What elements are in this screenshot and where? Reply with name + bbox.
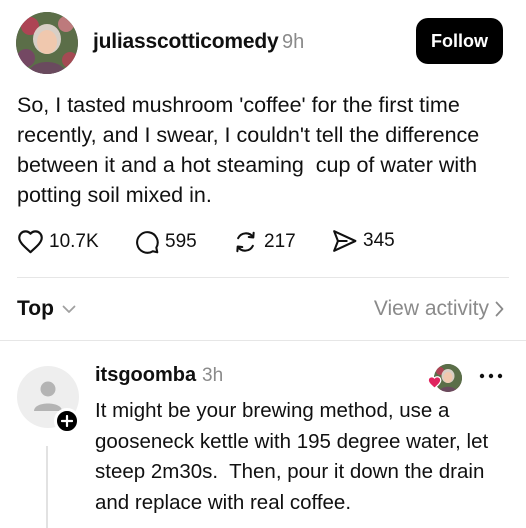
divider: [0, 340, 526, 341]
sort-dropdown[interactable]: Top: [17, 297, 76, 321]
send-icon: [333, 230, 357, 252]
reply-author-username[interactable]: itsgoomba: [95, 364, 196, 387]
reply-button[interactable]: 595: [134, 229, 197, 255]
comment-icon: [136, 231, 159, 254]
reply-timestamp: 3h: [202, 365, 224, 386]
view-activity-label: View activity: [373, 297, 489, 320]
sort-label: Top: [17, 297, 54, 320]
author-username[interactable]: juliasscotticomedy: [93, 30, 279, 54]
like-button[interactable]: 10.7K: [17, 229, 99, 254]
chevron-right-icon: [495, 301, 504, 317]
red-heart-icon: [427, 376, 442, 390]
share-count: 345: [363, 230, 395, 251]
default-user-icon: [34, 381, 62, 411]
follow-button[interactable]: Follow: [416, 18, 503, 64]
reply-count: 595: [165, 231, 197, 252]
more-options-button[interactable]: [478, 367, 504, 385]
heart-icon: [18, 230, 43, 254]
reply-body: It might be your brewing method, use a g…: [95, 399, 494, 514]
repost-button[interactable]: 217: [232, 229, 296, 255]
post-body: So, I tasted mushroom 'coffee' for the f…: [17, 93, 486, 207]
post-timestamp: 9h: [282, 31, 305, 53]
repost-icon: [236, 231, 255, 253]
liked-badge: [427, 375, 442, 394]
repost-count: 217: [264, 231, 296, 252]
view-activity-link[interactable]: View activity: [374, 297, 504, 321]
thread-line: [46, 446, 48, 528]
author-avatar[interactable]: [16, 12, 78, 74]
divider: [17, 277, 509, 278]
share-button[interactable]: 345: [331, 229, 395, 253]
like-count: 10.7K: [49, 230, 99, 252]
follow-plus-button[interactable]: [54, 408, 80, 434]
more-horizontal-icon: [479, 373, 503, 379]
chevron-down-icon: [62, 305, 76, 313]
thread-page: juliasscotticomedy 9h Follow So, I taste…: [0, 0, 526, 528]
plus-icon: [61, 415, 73, 427]
profile-photo-icon: [16, 12, 78, 74]
